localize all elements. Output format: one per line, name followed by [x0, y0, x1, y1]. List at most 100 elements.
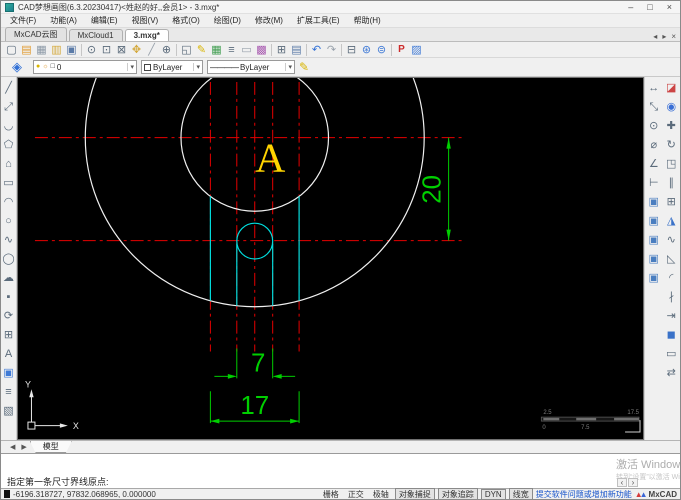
draw-arc-icon[interactable]: ◡ — [1, 117, 16, 136]
minimize-button[interactable]: – — [628, 2, 633, 13]
draw-curve-icon[interactable]: ◠ — [1, 193, 16, 212]
maximize-button[interactable]: □ — [647, 2, 652, 13]
menu-modify[interactable]: 修改(M) — [248, 15, 290, 26]
zoom-in-icon[interactable]: ⊕ — [159, 43, 174, 57]
rectangle-edit-icon[interactable]: ▭ — [663, 345, 679, 364]
drawing-viewport[interactable]: 20 7 17 A Y X 2.5 17.5 0 7.5 — [17, 77, 644, 440]
draw-polyline-icon[interactable]: ⤢ — [1, 98, 16, 117]
close-button[interactable]: × — [667, 2, 672, 13]
draw-hatch-icon[interactable]: ▧ — [1, 402, 16, 421]
print-icon[interactable]: ⊟ — [344, 43, 359, 57]
command-window[interactable]: 指定第一条尺寸界线原点: 指定第二条尺寸界线原点: 指定尺寸线位置: 命令: 激… — [1, 453, 680, 488]
solid-3d-icon[interactable]: ◼ — [663, 326, 679, 345]
drawing-canvas[interactable]: 20 7 17 A Y X 2.5 17.5 0 7.5 — [18, 78, 643, 439]
save-drawing-icon[interactable]: ▦ — [34, 43, 49, 57]
menu-ext-tools[interactable]: 扩展工具(E) — [290, 15, 347, 26]
tab-mxcad-cloud[interactable]: MxCAD云图 — [5, 27, 67, 41]
export-image-icon[interactable]: ▨ — [409, 43, 424, 57]
table-icon[interactable]: ▦ — [209, 43, 224, 57]
zoom-extents-icon[interactable]: ⊙ — [84, 43, 99, 57]
rotate-icon[interactable]: ↻ — [663, 136, 679, 155]
scroll-right-icon[interactable]: › — [628, 478, 638, 487]
trim-icon[interactable]: ⇥ — [663, 307, 679, 326]
offset-icon[interactable]: ∥ — [663, 174, 679, 193]
layout-next-icon[interactable]: ▶ — [18, 443, 29, 451]
publish-web-icon[interactable]: ⊛ — [359, 43, 374, 57]
break-icon[interactable]: ∤ — [663, 288, 679, 307]
match-properties-icon[interactable]: ▣ — [646, 269, 662, 288]
draw-rectangle-icon[interactable]: ▭ — [1, 174, 16, 193]
tab-mxcloud1[interactable]: MxCloud1 — [68, 29, 123, 41]
dim-diameter-icon[interactable]: ⌀ — [646, 136, 662, 155]
redo-icon[interactable]: ↷ — [324, 43, 339, 57]
scroll-left-icon[interactable]: ‹ — [617, 478, 627, 487]
new-file-icon[interactable]: ▢ — [4, 43, 19, 57]
dim-radius-icon[interactable]: ⊙ — [646, 117, 662, 136]
linetype-select[interactable]: ———— ByLayer ▾ — [207, 60, 295, 74]
menu-format[interactable]: 格式(O) — [165, 15, 207, 26]
layer-save-icon[interactable]: ▤ — [289, 43, 304, 57]
menu-help[interactable]: 帮助(H) — [347, 15, 388, 26]
move-icon[interactable]: ✚ — [663, 117, 679, 136]
color-palette-icon[interactable]: ▩ — [254, 43, 269, 57]
new-sheet-icon[interactable]: ▭ — [239, 43, 254, 57]
export-pdf-icon[interactable]: P — [394, 43, 409, 57]
paste-clip-icon[interactable]: ▣ — [646, 231, 662, 250]
menu-view[interactable]: 视图(V) — [125, 15, 166, 26]
draw-ellipse-icon[interactable]: ◯ — [1, 250, 16, 269]
menu-edit[interactable]: 编辑(E) — [84, 15, 125, 26]
fillet-icon[interactable]: ◜ — [663, 269, 679, 288]
draw-spline-icon[interactable]: ∿ — [1, 231, 16, 250]
mirror-icon[interactable]: ◮ — [663, 212, 679, 231]
open-drawing-icon[interactable]: ▤ — [19, 43, 34, 57]
dimension-7[interactable]: 7 — [214, 348, 296, 379]
cut-clip-icon[interactable]: ▣ — [646, 212, 662, 231]
dim-angular-icon[interactable]: ∠ — [646, 155, 662, 174]
zoom-rect-icon[interactable]: ◱ — [179, 43, 194, 57]
edit-spline-icon[interactable]: ∿ — [663, 231, 679, 250]
centerlines[interactable] — [34, 81, 463, 352]
menu-function[interactable]: 功能(A) — [43, 15, 84, 26]
draw-edit-icon[interactable]: ✎ — [194, 43, 209, 57]
measure-line-icon[interactable]: ╱ — [144, 43, 159, 57]
draw-polygon2-icon[interactable]: ⌂ — [1, 155, 16, 174]
network-share-icon[interactable]: ⊜ — [374, 43, 389, 57]
draw-mtext-icon[interactable]: ≡ — [1, 383, 16, 402]
scale-icon[interactable]: ◳ — [663, 155, 679, 174]
pencil-icon[interactable]: ✎ — [299, 60, 309, 74]
color-select[interactable]: ByLayer ▾ — [141, 60, 203, 74]
text-content-icon[interactable]: ≡ — [224, 43, 239, 57]
hole-label[interactable]: A — [255, 136, 285, 182]
copy-clip-icon[interactable]: ▣ — [646, 193, 662, 212]
command-hscrollbar[interactable]: ‹ › — [617, 478, 638, 487]
menu-draw[interactable]: 绘图(D) — [207, 15, 248, 26]
undo-icon[interactable]: ↶ — [309, 43, 324, 57]
dim-linear-icon[interactable]: ↔ — [646, 79, 662, 98]
draw-line-icon[interactable]: ╱ — [1, 79, 16, 98]
block-window-icon[interactable]: ⊞ — [274, 43, 289, 57]
tab-scroll-left-icon[interactable]: ◂ — [653, 32, 657, 41]
array-icon[interactable]: ⊞ — [663, 193, 679, 212]
dim-aligned-icon[interactable]: ⤡ — [646, 98, 662, 117]
zoom-object-icon[interactable]: ⊠ — [114, 43, 129, 57]
tab-scroll-right-icon[interactable]: ▸ — [662, 32, 666, 41]
open-folder-icon[interactable]: ▥ — [49, 43, 64, 57]
insert-block-icon[interactable]: ⊞ — [1, 326, 16, 345]
save-file-icon[interactable]: ▣ — [64, 43, 79, 57]
tab-model[interactable]: 模型 — [29, 441, 72, 453]
layers-icon[interactable]: ◈ — [5, 59, 29, 75]
menu-file[interactable]: 文件(F) — [3, 15, 43, 26]
draw-text-icon[interactable]: A — [1, 345, 16, 364]
dimension-17[interactable]: 17 — [209, 391, 300, 424]
erase-icon[interactable]: ◪ — [663, 79, 679, 98]
layer-select[interactable]: ● ☼ □ 0 ▾ — [33, 60, 137, 74]
draw-circle-icon[interactable]: ○ — [1, 212, 16, 231]
draw-point-icon[interactable]: ▪ — [1, 288, 16, 307]
copy-icon[interactable]: ◉ — [663, 98, 679, 117]
pan-icon[interactable]: ✥ — [129, 43, 144, 57]
dim-continue-icon[interactable]: ⊢ — [646, 174, 662, 193]
join-icon[interactable]: ⇄ — [663, 364, 679, 383]
zoom-window-icon[interactable]: ⊡ — [99, 43, 114, 57]
insert-image-icon[interactable]: ▣ — [1, 364, 16, 383]
tab-close-icon[interactable]: × — [671, 32, 676, 41]
